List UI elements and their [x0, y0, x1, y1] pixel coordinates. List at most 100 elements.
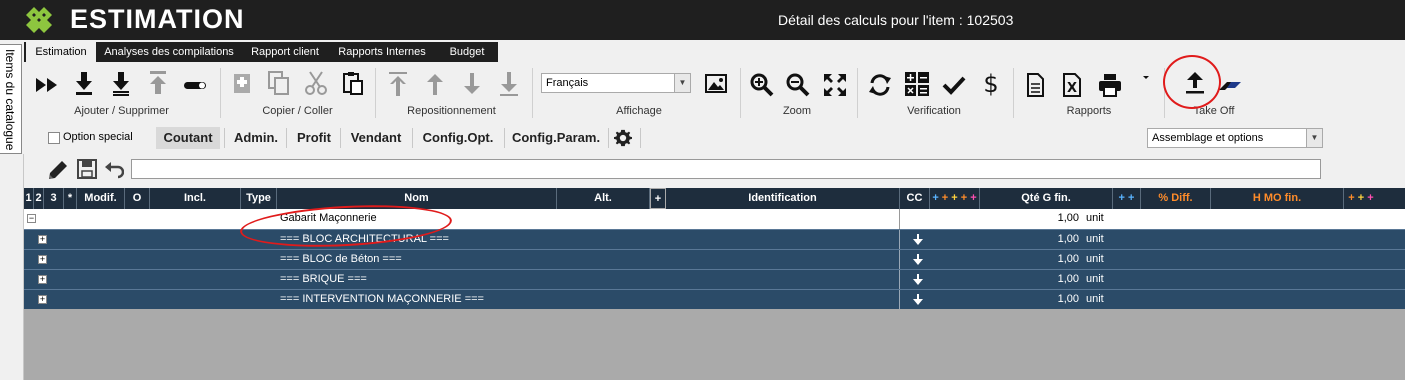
view-admin-button[interactable]: Admin.	[228, 127, 284, 149]
cut-icon[interactable]	[303, 70, 329, 96]
grid-header: 1 2 3 * Modif. O Incl. Type Nom Alt. + I…	[24, 188, 1405, 209]
column-header-identification[interactable]: Identification	[666, 188, 900, 209]
refresh-icon[interactable]	[867, 72, 893, 98]
column-header-pct-diff[interactable]: % Diff.	[1141, 188, 1211, 209]
pencil-icon[interactable]	[46, 158, 70, 182]
language-select[interactable]: Français ▼	[541, 73, 691, 93]
cc-insert-icon[interactable]	[912, 254, 924, 266]
view-vendant-button[interactable]: Vendant	[344, 127, 408, 149]
arrow-bottom-icon[interactable]	[496, 71, 522, 97]
assembly-select[interactable]: Assemblage et options ▼	[1147, 128, 1323, 148]
column-header-o[interactable]: O	[125, 188, 150, 209]
column-header-nom[interactable]: Nom	[277, 188, 557, 209]
arrow-down-icon[interactable]	[459, 71, 485, 97]
tab-budget[interactable]: Budget	[436, 42, 498, 62]
row-qty: 1,00	[1057, 233, 1079, 245]
app-logo	[26, 7, 52, 33]
dropdown-arrow-icon[interactable]	[1141, 72, 1151, 82]
fit-screen-icon[interactable]	[822, 72, 848, 98]
group-label-reports: Rapports	[1066, 105, 1112, 117]
tab-rapport-client[interactable]: Rapport client	[242, 42, 328, 62]
column-header-star[interactable]: *	[64, 188, 77, 209]
catalogue-side-tab[interactable]: Items du catalogue	[0, 44, 22, 154]
column-header-cc[interactable]: CC	[900, 188, 930, 209]
column-divider	[899, 250, 900, 270]
document-icon[interactable]	[1022, 72, 1048, 98]
column-header-type[interactable]: Type	[241, 188, 277, 209]
table-row[interactable]: + === BLOC de Béton === 1,00 unit	[24, 249, 1405, 270]
row-qty: 1,00	[1057, 212, 1079, 224]
view-profit-button[interactable]: Profit	[290, 127, 338, 149]
column-header-alt[interactable]: Alt.	[557, 188, 650, 209]
row-unit: unit	[1086, 273, 1104, 285]
column-header-hmo[interactable]: H MO fin.	[1211, 188, 1344, 209]
expand-icon[interactable]: +	[38, 295, 47, 304]
view-config-param-button[interactable]: Config.Param.	[508, 127, 604, 149]
row-unit: unit	[1086, 253, 1104, 265]
table-row[interactable]: + === BLOC ARCHITECTURAL === 1,00 unit	[24, 229, 1405, 250]
row-qty: 1,00	[1057, 253, 1079, 265]
fast-forward-icon[interactable]	[34, 72, 60, 98]
cc-insert-icon[interactable]	[912, 234, 924, 246]
option-special-checkbox[interactable]	[48, 132, 60, 144]
column-divider	[899, 290, 900, 310]
cc-insert-icon[interactable]	[912, 294, 924, 306]
zoom-out-icon[interactable]	[785, 72, 811, 98]
arrow-up-icon[interactable]	[422, 71, 448, 97]
column-divider	[899, 209, 900, 229]
save-icon[interactable]	[76, 158, 98, 180]
insert-down-icon[interactable]	[71, 70, 97, 96]
collapse-icon[interactable]: −	[27, 214, 36, 223]
copy-icon[interactable]	[266, 70, 292, 96]
tab-rapports-internes[interactable]: Rapports Internes	[330, 42, 434, 62]
view-bar: Option special Coutant Admin. Profit Ven…	[24, 124, 1405, 152]
qte-plus-markers: + +	[1113, 188, 1141, 209]
gear-icon[interactable]	[614, 129, 632, 147]
tab-analyses[interactable]: Analyses des compilations	[98, 42, 240, 62]
toggle-icon[interactable]	[182, 72, 208, 98]
table-row[interactable]: + === INTERVENTION MAÇONNERIE === 1,00 u…	[24, 289, 1405, 310]
column-header-modif[interactable]: Modif.	[77, 188, 125, 209]
group-label-zoom: Zoom	[782, 105, 812, 117]
expand-icon[interactable]: +	[38, 255, 47, 264]
expand-icon[interactable]: +	[38, 275, 47, 284]
view-separator	[412, 128, 413, 148]
view-coutant-button[interactable]: Coutant	[156, 127, 220, 149]
table-row[interactable]: − Gabarit Maçonnerie 1,00 unit	[24, 209, 1405, 229]
column-header-incl[interactable]: Incl.	[150, 188, 241, 209]
formula-input[interactable]	[131, 159, 1321, 179]
column-header-plus[interactable]: +	[650, 188, 666, 209]
image-icon[interactable]	[703, 71, 729, 97]
undo-icon[interactable]	[104, 159, 124, 179]
title-bar: ESTIMATION Détail des calculs pour l'ite…	[0, 0, 1405, 40]
dollar-icon[interactable]: $	[978, 70, 1004, 96]
table-row[interactable]: + === BRIQUE === 1,00 unit	[24, 269, 1405, 290]
cc-insert-icon[interactable]	[912, 274, 924, 286]
paste-icon[interactable]	[340, 70, 366, 96]
assembly-select-value: Assemblage et options	[1152, 132, 1264, 144]
chevron-down-icon: ▼	[1306, 129, 1322, 147]
column-header-2[interactable]: 2	[34, 188, 44, 209]
column-header-3[interactable]: 3	[44, 188, 64, 209]
option-special-label: Option special	[63, 131, 133, 143]
row-nom: === INTERVENTION MAÇONNERIE ===	[280, 293, 484, 305]
view-separator	[224, 128, 225, 148]
column-header-qte[interactable]: Qté G fin.	[980, 188, 1113, 209]
checkmark-icon[interactable]	[941, 72, 967, 98]
takeoff-pen-icon[interactable]	[1217, 74, 1243, 100]
column-header-1[interactable]: 1	[24, 188, 34, 209]
printer-icon[interactable]	[1097, 72, 1123, 98]
move-top-icon[interactable]	[145, 70, 171, 96]
tab-estimation[interactable]: Estimation	[26, 42, 96, 62]
insert-bottom-icon[interactable]	[108, 70, 134, 96]
excel-icon[interactable]: X	[1059, 72, 1085, 98]
view-config-opt-button[interactable]: Config.Opt.	[416, 127, 500, 149]
calculator-icon[interactable]	[904, 71, 930, 97]
expand-icon[interactable]: +	[38, 235, 47, 244]
chevron-down-icon: ▼	[674, 74, 690, 92]
ribbon-separator	[857, 68, 858, 118]
zoom-in-icon[interactable]	[749, 72, 775, 98]
arrow-top-icon[interactable]	[385, 71, 411, 97]
item-detail-title: Détail des calculs pour l'item : 102503	[778, 12, 1014, 28]
add-copy-icon[interactable]	[229, 70, 255, 96]
